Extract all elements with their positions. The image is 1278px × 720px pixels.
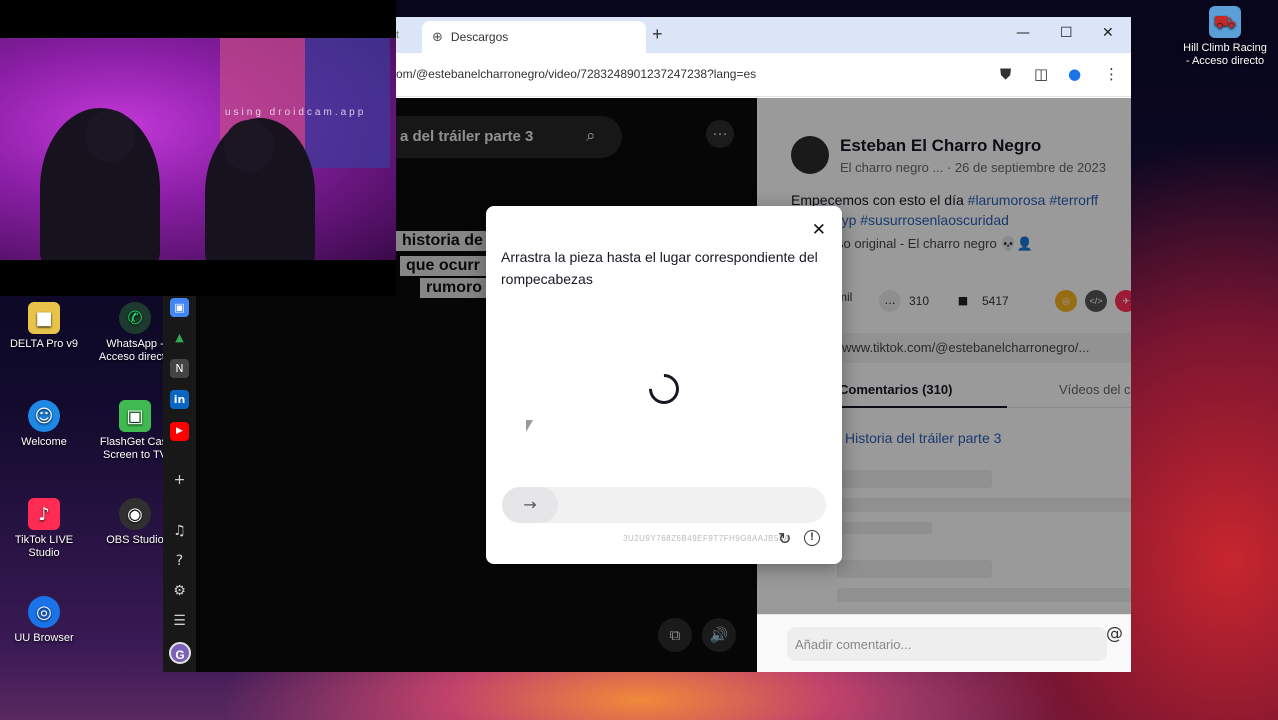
person-head-left (85, 110, 135, 162)
webcam-overlay: using droidcam.app (0, 0, 396, 296)
captcha-instruction: Arrastra la pieza hasta el lugar corresp… (501, 249, 818, 287)
whatsapp-icon: ✆ (119, 302, 151, 334)
maximize-icon[interactable]: ☐ (1060, 25, 1073, 41)
url-field[interactable]: om/@estebanelcharronegro/video/728324890… (396, 67, 756, 81)
list-menu-icon[interactable]: ☰ (170, 612, 189, 631)
desktop-icon-welcome[interactable]: ☺ Welcome (1, 400, 87, 449)
desktop-icon-tiktok-live[interactable]: ♪ TikTok LIVE Studio (1, 498, 87, 560)
globe-icon: ⊕ (432, 29, 443, 45)
desktop-icon-label: Welcome (21, 436, 67, 448)
mouse-cursor (526, 420, 533, 432)
help-icon[interactable]: ? (170, 552, 189, 571)
person-head-right (224, 120, 274, 172)
close-icon[interactable]: ✕ (812, 220, 826, 240)
black-area (196, 296, 396, 672)
desktop-icon-uu-browser[interactable]: ◎ UU Browser (1, 596, 87, 645)
desktop-icon-label: DELTA Pro v9 (9, 338, 79, 350)
add-comment-input[interactable]: Añadir comentario... (787, 627, 1107, 661)
active-tab[interactable]: ⊕ Descargos (422, 21, 646, 53)
minimize-icon[interactable]: — (1016, 25, 1030, 41)
desktop-icon-delta-pro[interactable]: ■ DELTA Pro v9 (1, 302, 87, 351)
desktop-icon-hill-climb[interactable]: ⛟ Hill Climb Racing - Acceso directo (1180, 6, 1270, 68)
previous-tab-fragment[interactable]: t (396, 29, 399, 41)
google-drive-icon[interactable]: ▲ (170, 328, 189, 347)
new-tab-button[interactable]: + (652, 24, 663, 45)
webcam-video: using droidcam.app (0, 38, 396, 260)
desktop-icon-label: TikTok LIVE Studio (14, 534, 74, 559)
settings-gear-icon[interactable]: ⚙ (170, 582, 189, 601)
profile-icon[interactable]: ● (1068, 65, 1081, 83)
menu-dots-icon[interactable]: ⋮ (1104, 65, 1119, 83)
add-extension-icon[interactable]: + (170, 471, 189, 490)
welcome-icon: ☺ (28, 400, 60, 432)
tab-strip: t ⊕ Descargos + — ☐ ✕ (396, 17, 1131, 53)
youtube-icon[interactable]: ▶ (170, 422, 189, 441)
comment-composer: Añadir comentario... @ (757, 614, 1131, 672)
linkedin-icon[interactable]: in (170, 390, 189, 409)
loading-spinner-icon (642, 367, 686, 411)
close-window-icon[interactable]: ✕ (1102, 25, 1114, 41)
mention-icon[interactable]: @ (1106, 624, 1123, 644)
captcha-modal: ✕ Arrastra la pieza hasta el lugar corre… (486, 206, 842, 564)
desktop-icon-label: UU Browser (14, 632, 74, 644)
tiktok-live-studio-icon: ♪ (28, 498, 60, 530)
desktop-icon-label: Hill Climb Racing - Acceso directo (1183, 42, 1267, 67)
notion-icon[interactable]: N (170, 359, 189, 378)
shield-icon[interactable]: ⛊ (1000, 65, 1011, 83)
uu-browser-icon: ◎ (28, 596, 60, 628)
bell-icon[interactable]: ♫ (170, 522, 189, 541)
info-icon[interactable]: ! (804, 530, 820, 546)
profile-avatar[interactable]: G (169, 642, 191, 664)
split-view-icon[interactable]: ◫ (1034, 65, 1048, 83)
flashget-cast-icon: ▣ (119, 400, 151, 432)
hill-climb-racing-icon: ⛟ (1209, 6, 1241, 38)
address-bar: om/@estebanelcharronegro/video/728324890… (396, 53, 1131, 97)
extension-sidebar: ▣ ▲ N in ▶ + ♫ ? ⚙ ☰ G (163, 296, 196, 672)
extension-blue-icon[interactable]: ▣ (170, 298, 189, 317)
slider-handle[interactable]: → (502, 487, 558, 523)
webcam-watermark: using droidcam.app (225, 107, 367, 118)
tab-title: Descargos (450, 30, 509, 44)
refresh-icon[interactable]: ↻ (778, 529, 791, 548)
folder-icon: ■ (28, 302, 60, 334)
obs-studio-icon: ◉ (119, 498, 151, 530)
captcha-id: 3U2U9Y768Z6B49EF9T7FH9G8AAJB53A (623, 534, 790, 543)
